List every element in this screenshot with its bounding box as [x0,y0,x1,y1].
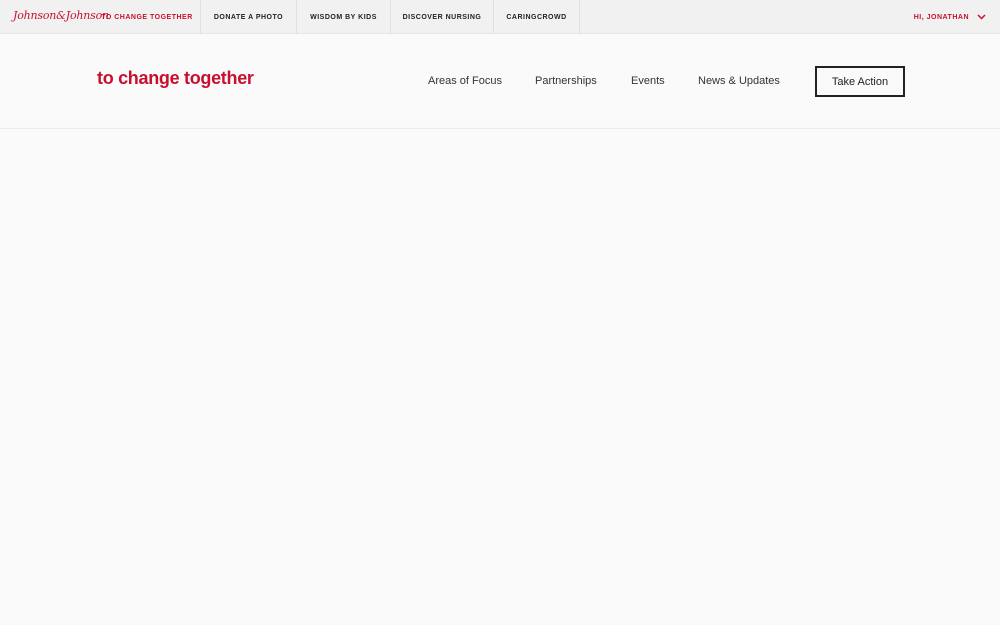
nav-areas-of-focus[interactable]: Areas of Focus [428,74,535,88]
take-action-button[interactable]: Take Action [815,66,905,97]
utility-link-caringcrowd[interactable]: CARINGCROWD [494,0,580,34]
site-header: to change together Areas of Focus Partne… [0,34,1000,129]
nav-news-and-updates[interactable]: News & Updates [698,74,798,88]
main-content [0,129,1000,625]
site-logo[interactable]: to change together [97,68,254,89]
utility-link-to-change-together[interactable]: TO CHANGE TOGETHER [94,0,201,34]
utility-link-donate-a-photo[interactable]: DONATE A PHOTO [201,0,297,34]
user-menu[interactable]: HI, JONATHAN [914,0,986,34]
utility-link-discover-nursing[interactable]: DISCOVER NURSING [391,0,494,34]
utility-nav: TO CHANGE TOGETHER DONATE A PHOTO WISDOM… [94,0,580,34]
user-greeting: HI, JONATHAN [913,13,969,21]
nav-partnerships[interactable]: Partnerships [535,74,631,88]
nav-events[interactable]: Events [631,74,698,88]
main-nav: Areas of Focus Partnerships Events News … [428,74,798,88]
utility-bar: Johnson&Johnson TO CHANGE TOGETHER DONAT… [0,0,1000,34]
chevron-down-icon [977,14,986,20]
utility-link-wisdom-by-kids[interactable]: WISDOM BY KIDS [297,0,391,34]
